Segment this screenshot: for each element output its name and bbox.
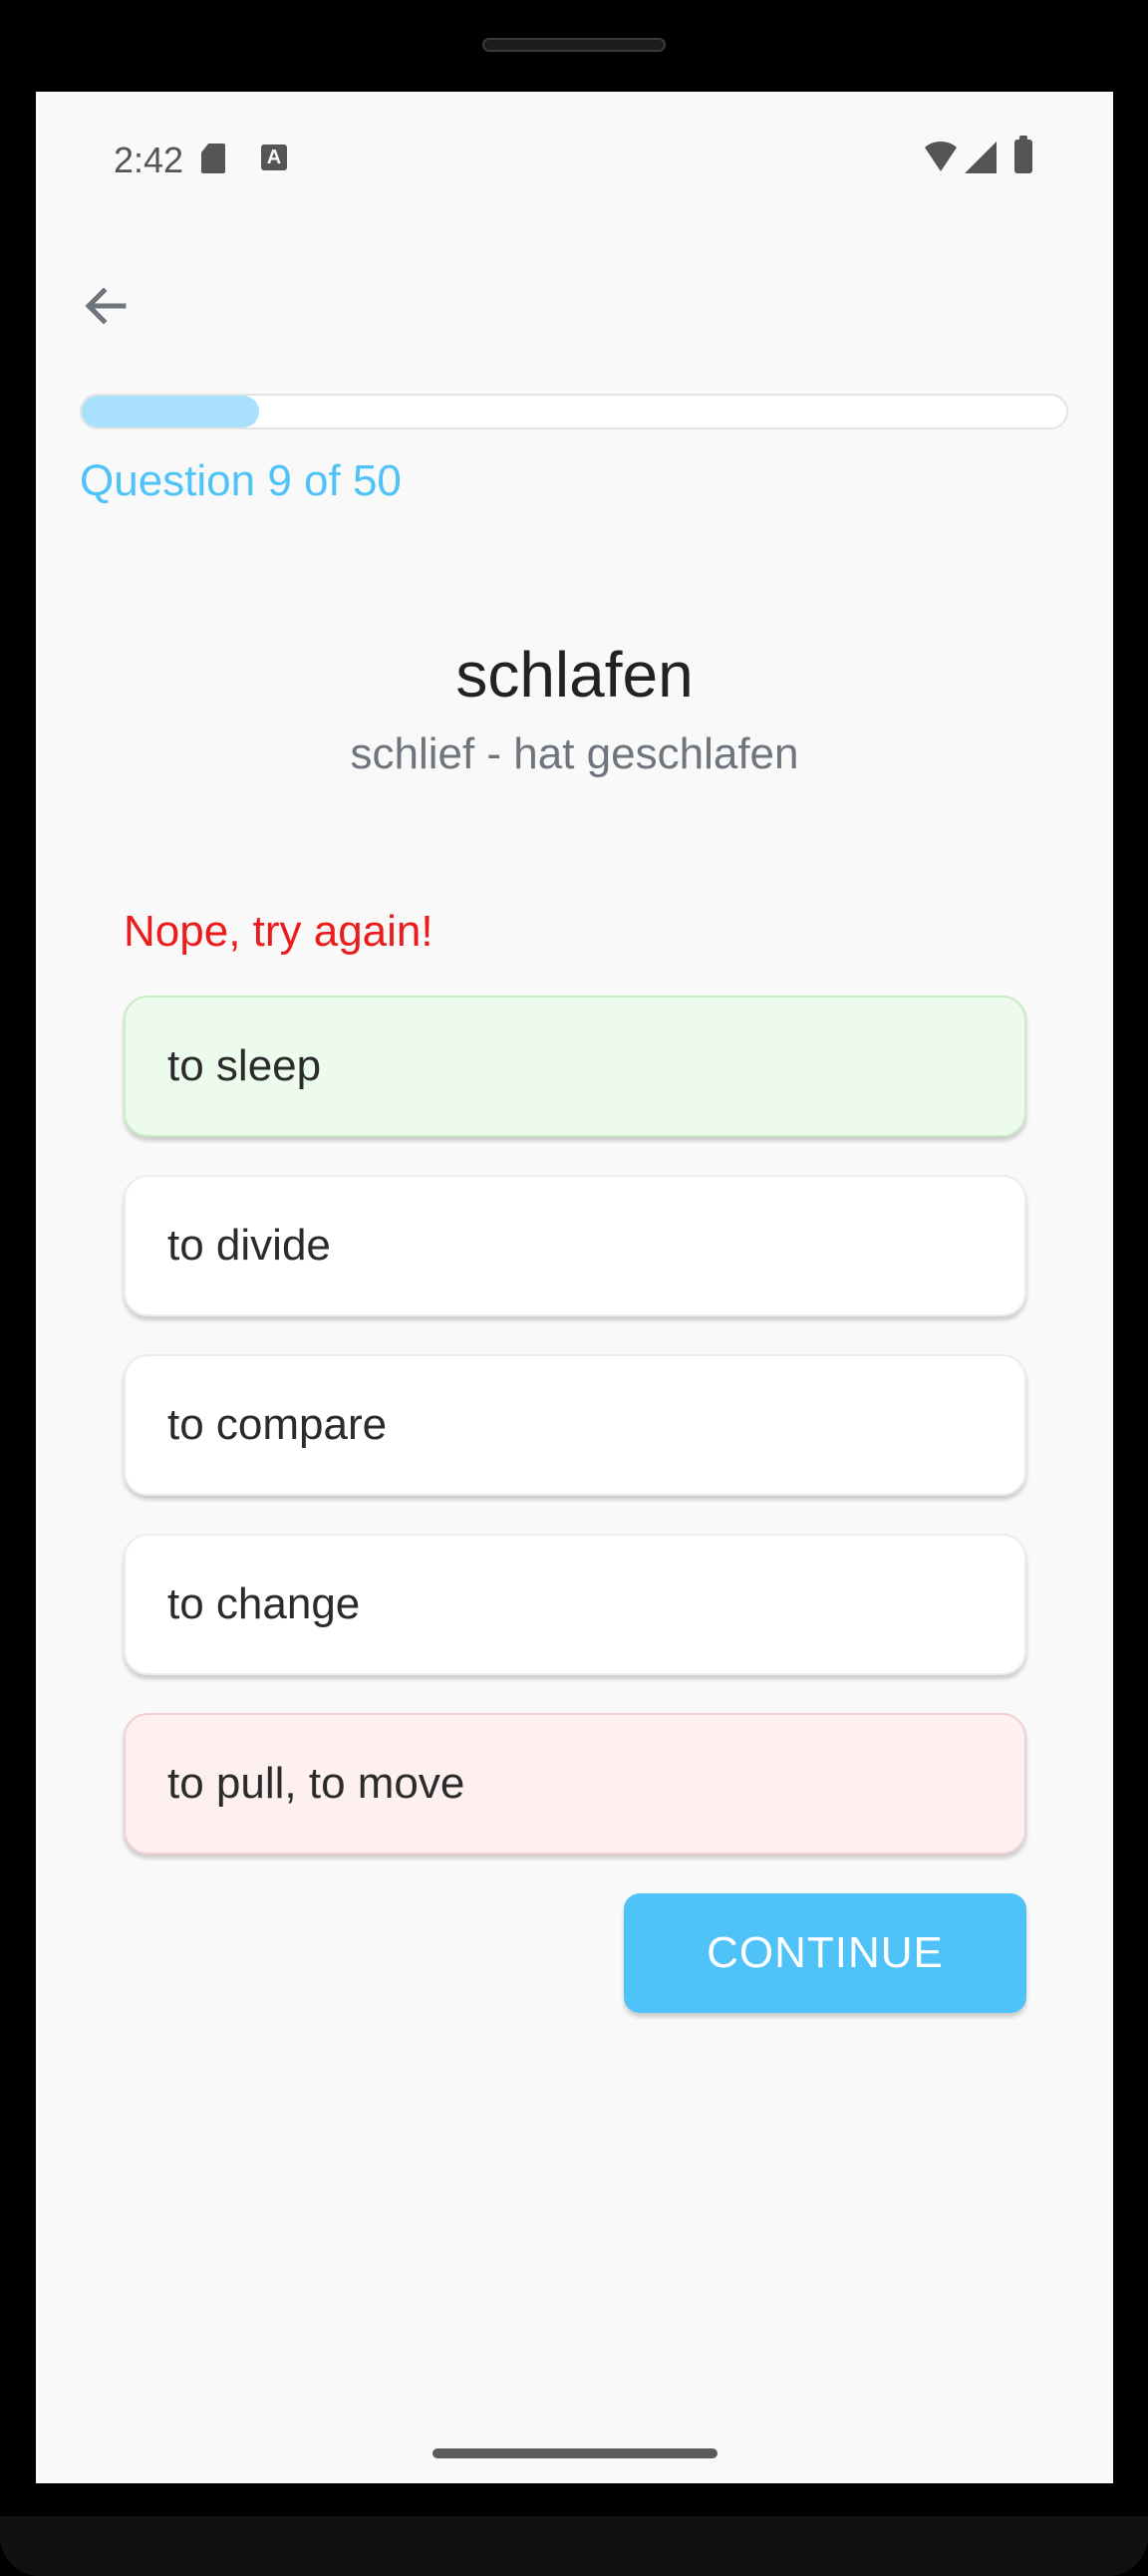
- answer-option-label: to compare: [167, 1400, 388, 1449]
- question-word: schlafen: [455, 639, 694, 711]
- app-screen: 2:42 A Question 9 of 50 schlafen schlief…: [36, 92, 1113, 2483]
- arrow-left-icon: [85, 287, 127, 325]
- answer-option-label: to pull, to move: [167, 1759, 465, 1808]
- verb-forms: schlief - hat geschlafen: [350, 729, 799, 778]
- answer-option-label: to divide: [167, 1221, 331, 1270]
- status-time: 2:42: [114, 140, 184, 180]
- question-counter: Question 9 of 50: [80, 456, 402, 505]
- progress-bar-fill: [82, 396, 259, 428]
- bottom-bezel: [0, 2516, 1148, 2576]
- text-a-icon: A: [261, 144, 287, 170]
- answer-option-label: to sleep: [167, 1041, 322, 1090]
- answer-option[interactable]: to sleep: [124, 996, 1026, 1137]
- earpiece-speaker: [482, 38, 666, 52]
- cell-signal-icon: [965, 142, 997, 173]
- answer-option[interactable]: to change: [124, 1534, 1026, 1675]
- phone-frame: 2:42 A Question 9 of 50 schlafen schlief…: [0, 0, 1148, 2576]
- back-button[interactable]: [74, 274, 138, 338]
- battery-icon: [1014, 136, 1032, 173]
- home-indicator[interactable]: [432, 2448, 718, 2458]
- wifi-icon: [921, 142, 961, 171]
- answer-option[interactable]: to divide: [124, 1175, 1026, 1316]
- continue-button[interactable]: CONTINUE: [624, 1893, 1026, 2013]
- feedback-message: Nope, try again!: [124, 907, 433, 956]
- sd-card-icon: [201, 143, 225, 173]
- answer-option[interactable]: to pull, to move: [124, 1713, 1026, 1855]
- progress-bar: [80, 394, 1068, 429]
- answer-option-label: to change: [167, 1579, 361, 1628]
- answer-option[interactable]: to compare: [124, 1354, 1026, 1496]
